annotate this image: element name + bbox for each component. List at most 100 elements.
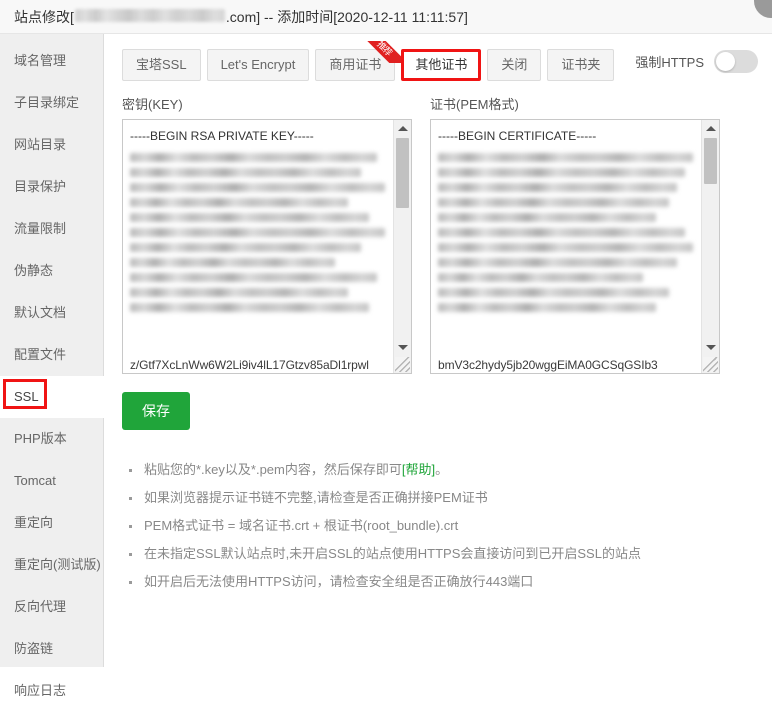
tab-5[interactable]: 证书夹: [547, 49, 615, 81]
sidebar-item-配置文件[interactable]: 配置文件: [0, 334, 104, 376]
sidebar-item-防盗链[interactable]: 防盗链: [0, 628, 104, 670]
redacted-line: [130, 152, 378, 162]
sidebar-item-反向代理[interactable]: 反向代理: [0, 586, 104, 628]
tab-1[interactable]: Let's Encrypt: [206, 49, 310, 81]
sidebar-item-label: 子目录绑定: [14, 95, 80, 110]
sidebar-item-重定向[interactable]: 重定向: [0, 502, 104, 544]
cert-scrollbar[interactable]: [701, 120, 719, 373]
tab-2[interactable]: 商用证书 推荐: [315, 41, 408, 81]
tab-3[interactable]: 其他证书: [401, 49, 482, 81]
redacted-line: [438, 287, 670, 297]
page-title-suffix: .com] -- 添加时间[2020-12-11 11:11:57]: [225, 8, 468, 25]
tab-label: 其他证书: [415, 57, 468, 72]
save-button[interactable]: 保存: [122, 392, 190, 430]
redacted-line: [438, 242, 694, 252]
tab-label: 关闭: [501, 57, 528, 72]
sidebar-item-label: 伪静态: [14, 263, 54, 278]
tab-label: Let's Encrypt: [220, 57, 296, 72]
tab-label: 宝塔SSL: [136, 57, 187, 72]
window-body: 域名管理子目录绑定网站目录目录保护流量限制伪静态默认文档配置文件 SSL PHP版本…: [0, 34, 772, 698]
redacted-line: [438, 257, 678, 267]
sidebar-item-伪静态[interactable]: 伪静态: [0, 250, 104, 292]
sidebar-item-域名管理[interactable]: 域名管理: [0, 40, 104, 82]
page-title: 站点修改[ .com] -- 添加时间[2020-12-11 11:11:57]: [14, 7, 468, 27]
cert-first-line: -----BEGIN CERTIFICATE-----: [438, 129, 597, 143]
sidebar-item-默认文档[interactable]: 默认文档: [0, 292, 104, 334]
scroll-up-icon[interactable]: [394, 120, 411, 137]
sidebar-item-label: PHP版本: [14, 431, 67, 446]
redacted-line: [438, 197, 670, 207]
sidebar-item-子目录绑定[interactable]: 子目录绑定: [0, 82, 104, 124]
help-list: 粘贴您的*.key以及*.pem内容，然后保存即可[帮助]。如果浏览器提示证书链…: [122, 456, 772, 596]
main-panel: 宝塔SSL Let's Encrypt 商用证书 推荐 其他证书 关闭 证书夹 强制HTTP…: [104, 34, 772, 667]
window-title-bar: 站点修改[ .com] -- 添加时间[2020-12-11 11:11:57]: [0, 0, 772, 34]
sidebar-item-网站目录[interactable]: 网站目录: [0, 124, 104, 166]
key-last-line: z/Gtf7XcLnWw6W2Li9iv4lL17Gtzv85aDl1rpwl: [130, 358, 369, 372]
key-label: 密钥(KEY): [122, 97, 183, 112]
close-icon[interactable]: [754, 0, 772, 18]
key-scrollbar[interactable]: [393, 120, 411, 373]
force-https-control: 强制HTTPS: [635, 50, 758, 73]
toggle-knob: [716, 52, 735, 71]
resize-grip-icon[interactable]: [703, 357, 718, 372]
tab-label: 商用证书: [329, 57, 382, 72]
sidebar-item-label: 防盗链: [14, 641, 54, 656]
sidebar-item-重定向-测试版-[interactable]: 重定向(测试版): [0, 544, 104, 586]
cert-editor-group: 证书(PEM格式) -----BEGIN CERTIFICATE----- bm…: [430, 94, 720, 374]
help-text: 在未指定SSL默认站点时,未开启SSL的站点使用HTTPS会直接访问到已开启SS…: [144, 546, 641, 561]
certificate-editors: 密钥(KEY) -----BEGIN RSA PRIVATE KEY-----: [122, 94, 772, 374]
key-first-line: -----BEGIN RSA PRIVATE KEY-----: [130, 129, 314, 143]
sidebar-item-目录保护[interactable]: 目录保护: [0, 166, 104, 208]
sidebar-item-ssl[interactable]: SSL: [0, 376, 105, 418]
help-item: 如果浏览器提示证书链不完整,请检查是否正确拼接PEM证书: [122, 484, 772, 512]
scrollbar-thumb[interactable]: [704, 138, 717, 184]
ssl-tab-bar: 宝塔SSL Let's Encrypt 商用证书 推荐 其他证书 关闭 证书夹 强制HTTP…: [122, 41, 772, 82]
redacted-line: [130, 242, 362, 252]
tab-4[interactable]: 关闭: [487, 49, 542, 81]
help-item: 粘贴您的*.key以及*.pem内容，然后保存即可[帮助]。: [122, 456, 772, 484]
help-text: 粘贴您的*.key以及*.pem内容，然后保存即可: [144, 462, 402, 477]
force-https-label: 强制HTTPS: [635, 55, 704, 70]
sidebar-item-label: 域名管理: [14, 53, 67, 68]
help-item: 在未指定SSL默认站点时,未开启SSL的站点使用HTTPS会直接访问到已开启SS…: [122, 540, 772, 568]
cert-last-line: bmV3c2hydy5jb20wggEiMA0GCSqGSIb3: [438, 358, 658, 372]
help-text: 如开启后无法使用HTTPS访问，请检查安全组是否正确放行443端口: [144, 574, 534, 589]
scroll-up-icon[interactable]: [702, 120, 719, 137]
resize-grip-icon[interactable]: [395, 357, 410, 372]
redacted-line: [130, 302, 370, 312]
sidebar-item-label: 流量限制: [14, 221, 67, 236]
force-https-toggle[interactable]: [714, 50, 758, 73]
scrollbar-thumb[interactable]: [396, 138, 409, 208]
redacted-line: [130, 287, 349, 297]
sidebar-item-流量限制[interactable]: 流量限制: [0, 208, 104, 250]
sidebar-item-label: 目录保护: [14, 179, 67, 194]
tab-0[interactable]: 宝塔SSL: [122, 49, 201, 81]
redacted-line: [130, 167, 362, 177]
sidebar-item-label: Tomcat: [14, 473, 56, 488]
redacted-line: [438, 227, 686, 237]
scroll-down-icon[interactable]: [394, 339, 411, 356]
redacted-line: [130, 182, 386, 192]
cert-textarea[interactable]: -----BEGIN CERTIFICATE----- bmV3c2hydy5j…: [430, 119, 720, 374]
sidebar-item-响应日志[interactable]: 响应日志: [0, 670, 104, 712]
redacted-line: [438, 182, 678, 192]
key-textarea[interactable]: -----BEGIN RSA PRIVATE KEY----- z/Gtf7Xc…: [122, 119, 412, 374]
sidebar-item-tomcat[interactable]: Tomcat: [0, 460, 104, 502]
redacted-line: [438, 212, 657, 222]
help-link[interactable]: [帮助]: [402, 462, 435, 477]
redacted-domain: [74, 8, 225, 22]
help-text: 如果浏览器提示证书链不完整,请检查是否正确拼接PEM证书: [144, 490, 488, 505]
sidebar-item-label: 反向代理: [14, 599, 67, 614]
page-title-prefix: 站点修改[: [14, 8, 74, 25]
help-text: PEM格式证书 = 域名证书.crt + 根证书(root_bundle).cr…: [144, 518, 459, 533]
scroll-down-icon[interactable]: [702, 339, 719, 356]
help-item: 如开启后无法使用HTTPS访问，请检查安全组是否正确放行443端口: [122, 568, 772, 596]
redacted-line: [438, 272, 644, 282]
sidebar-item-label: 网站目录: [14, 137, 67, 152]
tab-label: 证书夹: [561, 57, 601, 72]
sidebar-item-label: SSL: [14, 389, 39, 404]
sidebar-item-label: 响应日志: [14, 683, 67, 698]
sidebar-item-label: 配置文件: [14, 347, 67, 362]
sidebar-item-php版本[interactable]: PHP版本: [0, 418, 104, 460]
redacted-line: [130, 212, 370, 222]
